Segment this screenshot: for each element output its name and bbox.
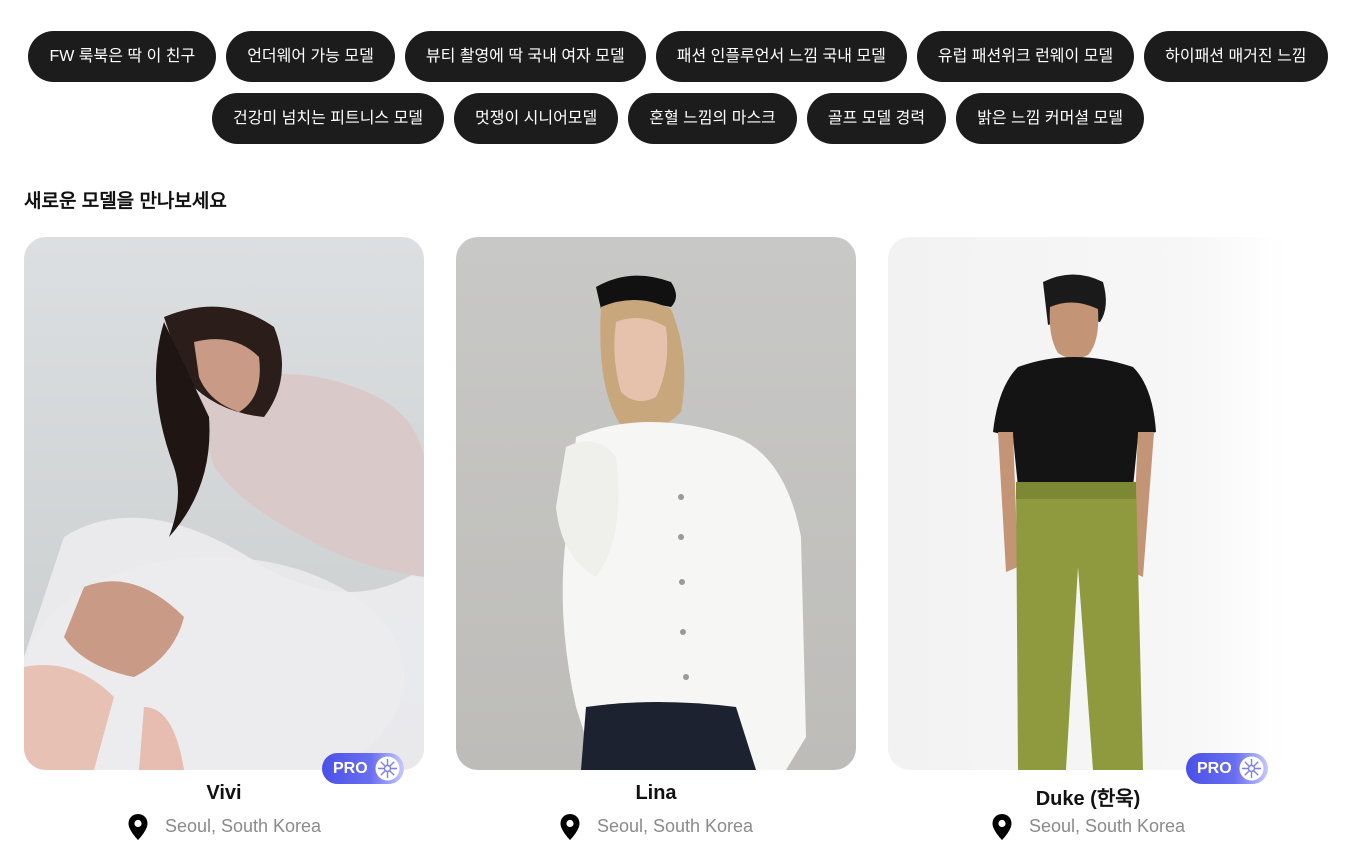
tag-chip[interactable]: FW 룩북은 딱 이 친구 [28,31,217,82]
model-location-text: Seoul, South Korea [164,815,322,836]
tag-chip[interactable]: 뷰티 촬영에 딱 국내 여자 모델 [404,31,646,82]
map-pin-icon [128,814,148,840]
model-location: Seoul, South Korea [888,811,1288,841]
model-photo-image [888,237,1288,770]
model-photo[interactable] [888,237,1288,770]
pro-badge: PRO [322,753,404,784]
tag-row-1: FW 룩북은 딱 이 친구 언더웨어 가능 모델 뷰티 촬영에 딱 국내 여자 … [0,31,1356,82]
model-card[interactable]: PRO Vivi Seoul, South Korea [24,237,424,840]
map-pin-icon [992,814,1012,840]
tag-chip[interactable]: 혼혈 느낌의 마스크 [628,93,797,144]
model-photo[interactable] [456,237,856,770]
model-card[interactable]: PRO Duke (한욱) Seoul, South Korea [888,237,1288,840]
model-name[interactable]: Lina [456,782,856,805]
model-name[interactable]: Vivi [24,782,424,805]
pro-badge-label: PRO [333,760,368,777]
section-title: 새로운 모델을 만나보세요 [24,191,227,212]
tag-chip[interactable]: 밝은 느낌 커머셜 모델 [956,93,1144,144]
model-photo-image [24,237,424,770]
model-location: Seoul, South Korea [456,811,856,841]
model-location-text: Seoul, South Korea [1028,815,1186,836]
tag-chip[interactable]: 하이패션 매거진 느낌 [1144,31,1328,82]
flower-badge-icon [375,756,400,781]
tag-row-2: 건강미 넘치는 피트니스 모델 멋쟁이 시니어모델 혼혈 느낌의 마스크 골프 … [0,93,1356,144]
tag-chip[interactable]: 멋쟁이 시니어모델 [454,93,619,144]
tag-chip[interactable]: 언더웨어 가능 모델 [226,31,395,82]
model-photo[interactable] [24,237,424,770]
model-card[interactable]: Lina Seoul, South Korea [456,237,856,840]
tag-chip[interactable]: 건강미 넘치는 피트니스 모델 [212,93,445,144]
model-location-text: Seoul, South Korea [596,815,754,836]
pro-badge-label: PRO [1197,760,1232,777]
tag-chip[interactable]: 골프 모델 경력 [806,93,947,144]
model-photo-image [456,237,856,770]
map-pin-icon [560,814,580,840]
pro-badge: PRO [1186,753,1268,784]
model-location: Seoul, South Korea [24,811,424,841]
model-name[interactable]: Duke (한욱) [888,782,1288,811]
flower-badge-icon [1239,756,1264,781]
tag-chip[interactable]: 유럽 패션위크 런웨이 모델 [916,31,1135,82]
tag-chip[interactable]: 패션 인플루언서 느낌 국내 모델 [655,31,907,82]
